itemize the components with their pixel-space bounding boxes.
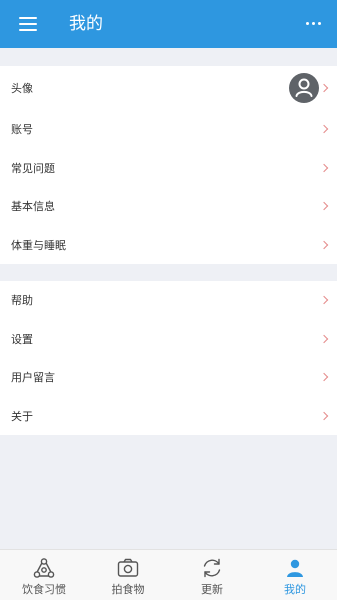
row-avatar[interactable]: 头像	[0, 66, 337, 110]
row-account[interactable]: 账号	[0, 110, 337, 149]
chevron-right-icon	[319, 373, 329, 382]
support-section: 帮助 设置 用户留言 关于	[0, 281, 337, 435]
user-avatar-icon	[295, 78, 313, 97]
bottom-tab-bar: 饮食习惯 拍食物 更新 我的	[0, 549, 337, 600]
row-label: 设置	[11, 332, 33, 346]
row-label: 基本信息	[11, 200, 55, 214]
chevron-right-icon	[319, 334, 329, 343]
row-label: 用户留言	[11, 371, 55, 385]
row-settings[interactable]: 设置	[0, 320, 337, 359]
row-label: 账号	[11, 123, 33, 137]
avatar[interactable]	[289, 73, 319, 103]
camera-icon	[117, 558, 139, 577]
tab-label: 饮食习惯	[22, 583, 66, 596]
row-help[interactable]: 帮助	[0, 281, 337, 320]
chevron-right-icon	[319, 296, 329, 305]
row-about[interactable]: 关于	[0, 397, 337, 436]
row-feedback[interactable]: 用户留言	[0, 358, 337, 397]
row-label: 常见问题	[11, 161, 55, 175]
profile-settings-section: 头像 账号 常见问题 基本信息 体重与睡眠	[0, 66, 337, 264]
refresh-icon	[203, 558, 221, 578]
row-label: 帮助	[11, 294, 33, 308]
row-label: 关于	[11, 409, 33, 423]
diet-habits-icon	[33, 558, 55, 578]
tab-update[interactable]: 更新	[170, 550, 254, 600]
row-label: 体重与睡眠	[11, 238, 66, 252]
chevron-right-icon	[319, 240, 329, 249]
row-faq[interactable]: 常见问题	[0, 149, 337, 188]
tab-label: 更新	[201, 583, 223, 596]
tab-label: 我的	[284, 583, 306, 596]
row-weight-sleep[interactable]: 体重与睡眠	[0, 226, 337, 265]
tab-take-photo[interactable]: 拍食物	[86, 550, 170, 600]
hamburger-menu-icon[interactable]	[19, 14, 37, 34]
chevron-right-icon	[319, 125, 329, 134]
more-horizontal-icon[interactable]	[303, 12, 325, 34]
tab-label: 拍食物	[111, 583, 145, 596]
chevron-right-icon	[319, 411, 329, 420]
page-title: 我的	[69, 14, 103, 34]
tab-diet-habits[interactable]: 饮食习惯	[2, 550, 86, 600]
chevron-right-icon	[319, 83, 329, 93]
app-header: 我的	[0, 0, 337, 48]
tab-mine[interactable]: 我的	[253, 550, 337, 600]
chevron-right-icon	[319, 202, 329, 211]
person-icon	[287, 559, 303, 577]
chevron-right-icon	[319, 163, 329, 172]
row-basic-info[interactable]: 基本信息	[0, 187, 337, 226]
row-label: 头像	[11, 82, 33, 95]
